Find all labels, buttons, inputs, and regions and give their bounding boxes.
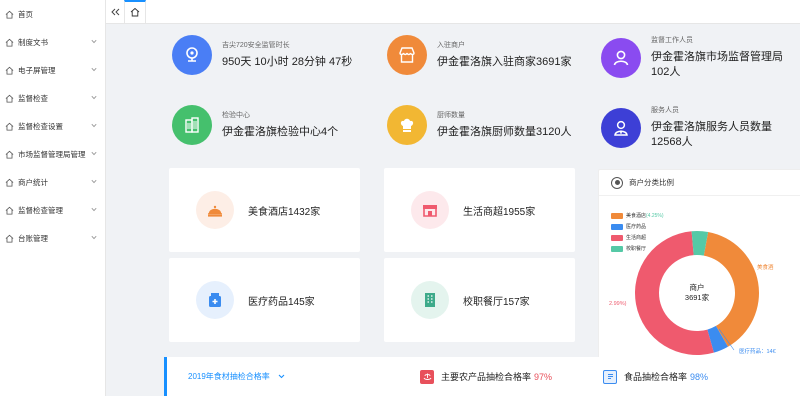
- outer-label-food: 美食酒: [757, 263, 774, 271]
- card-canteens[interactable]: 校职餐厅157家: [384, 258, 575, 342]
- stat-service-staff: 服务人员 伊金霍洛旗服务人员数量12568人: [601, 105, 800, 150]
- sidebar-item-label: 监督检查设置: [18, 121, 63, 131]
- home-icon: [5, 10, 14, 19]
- tab-home[interactable]: [124, 0, 146, 24]
- stat-label: 检验中心: [222, 112, 250, 119]
- sidebar-item-label: 商户统计: [18, 177, 48, 187]
- target-icon: [611, 176, 623, 189]
- sidebar-item-3[interactable]: 监督检查: [0, 84, 105, 112]
- dashboard-content: 吉尖720安全监管时长 950天 10小时 28分钟 47秒 入驻商户 伊金霍洛…: [106, 25, 800, 396]
- double-chevron-left-icon[interactable]: [106, 0, 124, 24]
- chevron-down-icon: [91, 179, 97, 184]
- stat-label: 吉尖720安全监管时长: [222, 42, 290, 49]
- card-label: 校职餐厅157家: [463, 296, 530, 308]
- sidebar-item-1[interactable]: 制度文书: [0, 28, 105, 56]
- center-label: 商户: [690, 282, 705, 292]
- shop-icon: [387, 35, 427, 75]
- person-icon: [601, 37, 641, 78]
- rate-label: 主要农产品抽检合格率: [441, 372, 532, 382]
- stat-value: 伊金霍洛旗服务人员数量12568人: [651, 121, 772, 148]
- center-value: 3691家: [685, 292, 710, 302]
- stat-label: 监督工作人员: [651, 37, 693, 44]
- sidebar-item-4[interactable]: 监督检查设置: [0, 112, 105, 140]
- stat-monitor-time: 吉尖720安全监管时长 950天 10小时 28分钟 47秒: [172, 35, 352, 75]
- stat-value: 950天 10小时 28分钟 47秒: [222, 56, 353, 68]
- stat-supervisors: 监督工作人员 伊金霍洛旗市场监督管理局102人: [601, 35, 800, 80]
- agri-icon: [420, 369, 434, 384]
- rate-agri-products: 主要农产品抽检合格率 97%: [420, 369, 553, 384]
- chevron-down-icon: [91, 207, 97, 212]
- home-icon: [5, 66, 14, 75]
- stat-label: 厨师数量: [437, 112, 465, 119]
- home-icon: [5, 122, 14, 131]
- sidebar-item-7[interactable]: 监督检查管理: [0, 196, 105, 224]
- stat-value: 伊金霍洛旗检验中心4个: [222, 126, 339, 138]
- document-icon: [603, 369, 617, 384]
- card-label: 医疗药品145家: [248, 296, 315, 308]
- sidebar-item-label: 制度文书: [18, 37, 48, 47]
- stat-chefs: 厨师数量 伊金霍洛旗厨师数量3120人: [387, 105, 571, 145]
- tab-bar: [106, 0, 800, 24]
- card-restaurants[interactable]: 美食酒店1432家: [169, 168, 360, 252]
- card-label: 生活商超1955家: [463, 206, 536, 218]
- inspection-rate-bar: 2019年食材抽检合格率 主要农产品抽检合格率 97% 食品抽检合格率 98%: [164, 357, 800, 396]
- sidebar-item-label: 市场监督管理局管理: [18, 149, 86, 159]
- sidebar-item-label: 监督检查管理: [18, 205, 63, 215]
- rate-value: 97%: [534, 371, 553, 382]
- sidebar-item-2[interactable]: 电子屏管理: [0, 56, 105, 84]
- home-icon: [130, 4, 140, 22]
- sidebar-item-6[interactable]: 商户统计: [0, 168, 105, 196]
- sidebar-item-label: 首页: [18, 9, 33, 19]
- donut-chart: 商户 3691家 美食酒 医疗药品：14€ 2.99%): [609, 231, 776, 355]
- rate-value: 98%: [690, 371, 709, 382]
- sidebar-item-5[interactable]: 市场监督管理局管理: [0, 140, 105, 168]
- camera-icon: [172, 35, 212, 75]
- stat-label: 入驻商户: [437, 42, 465, 49]
- sidebar-item-label: 台账管理: [18, 233, 48, 243]
- home-icon: [5, 38, 14, 47]
- stat-label: 服务人员: [651, 107, 679, 114]
- home-icon: [5, 206, 14, 215]
- sidebar-item-label: 电子屏管理: [18, 65, 56, 75]
- chart-title: 商户分类比例: [629, 178, 674, 187]
- chef-hat-icon: [387, 105, 427, 145]
- year-select-label: 2019年食材抽检合格率: [188, 372, 270, 381]
- home-icon: [5, 234, 14, 243]
- sidebar-item-label: 监督检查: [18, 93, 48, 103]
- stat-value: 伊金霍洛旗厨师数量3120人: [437, 126, 572, 138]
- chevron-down-icon: [278, 374, 285, 379]
- home-icon: [5, 94, 14, 103]
- sidebar-item-0[interactable]: 首页: [0, 0, 105, 28]
- card-label: 美食酒店1432家: [248, 206, 321, 218]
- chevron-down-icon: [91, 95, 97, 100]
- rate-label: 食品抽检合格率: [624, 372, 688, 382]
- sidebar-item-8[interactable]: 台账管理: [0, 224, 105, 252]
- medicine-icon: [196, 281, 234, 319]
- staff-icon: [601, 107, 641, 148]
- year-select[interactable]: 2019年食材抽检合格率: [188, 371, 285, 382]
- stat-value: 伊金霍洛旗市场监督管理局102人: [651, 51, 783, 78]
- merchant-ratio-chart-card: 商户分类比例 美食酒店 (4.25%) 医疗药品 生活商超 校职餐厅 商户 369…: [598, 169, 800, 372]
- sidebar: 首页制度文书电子屏管理监督检查监督检查设置市场监督管理局管理 商户统计监督检查管理…: [0, 0, 106, 396]
- rate-food: 食品抽检合格率 98%: [603, 369, 709, 384]
- chevron-down-icon: [91, 123, 97, 128]
- outer-label-left: 2.99%): [609, 301, 627, 307]
- chevron-down-icon: [91, 39, 97, 44]
- building-icon: [172, 105, 212, 145]
- chevron-down-icon: [91, 235, 97, 240]
- card-medicine[interactable]: 医疗药品145家: [169, 258, 360, 342]
- outer-label-medical: 医疗药品：14€: [739, 347, 776, 355]
- card-supermarkets[interactable]: 生活商超1955家: [384, 168, 575, 252]
- chevron-down-icon: [91, 151, 97, 156]
- chevron-down-icon: [91, 67, 97, 72]
- dish-cover-icon: [196, 191, 234, 229]
- store-icon: [411, 191, 449, 229]
- stat-value: 伊金霍洛旗入驻商家3691家: [437, 56, 572, 68]
- home-icon: [5, 178, 14, 187]
- stat-inspection-center: 检验中心 伊金霍洛旗检验中心4个: [172, 105, 338, 145]
- stat-merchants: 入驻商户 伊金霍洛旗入驻商家3691家: [387, 35, 571, 75]
- home-icon: [5, 150, 14, 159]
- canteen-icon: [411, 281, 449, 319]
